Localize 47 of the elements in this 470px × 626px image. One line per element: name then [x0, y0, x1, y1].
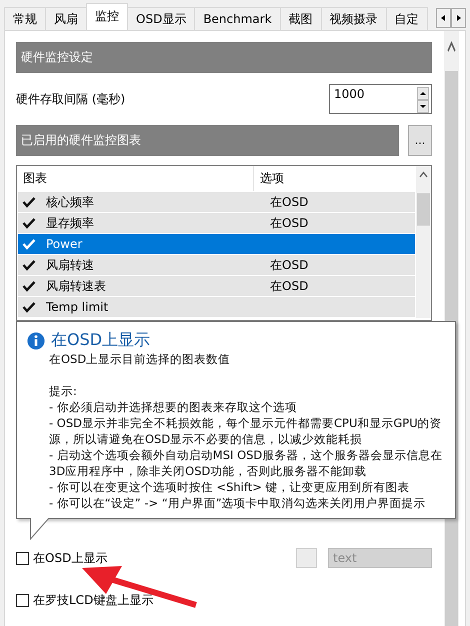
check-icon[interactable]	[22, 301, 36, 313]
check-icon[interactable]	[22, 259, 36, 271]
checkbox-label[interactable]: 在罗技LCD键盘上显示	[33, 592, 154, 608]
tooltip-text: 提示:	[49, 383, 78, 399]
list-row[interactable]: Temp limit	[18, 296, 415, 317]
more-button[interactable]: ...	[408, 125, 432, 156]
tooltip-text: - OSD显示并非完全不耗损效能，每个显示元件都需要CPU和显示GPU的资源，所以请避免在OSD显示不必要的信息，以减少效能耗损	[49, 415, 443, 447]
tooltip-subtitle: 在OSD上显示目前选择的图表数值	[49, 351, 232, 367]
tooltip-text: - 启动这个选项会额外自动启动MSI OSD服务器，这个服务器会显示信息在3D应用程序中，除非关闭OSD功能，否则此服务器不能卸载	[49, 447, 444, 479]
section-header: 已启用的硬件监控图表	[16, 125, 399, 156]
scroll-right-icon[interactable]	[451, 8, 466, 28]
checkbox[interactable]	[16, 594, 29, 606]
list-row[interactable]: Power	[18, 233, 415, 254]
tab[interactable]: 常规	[4, 7, 46, 30]
chart-option: 在OSD	[270, 194, 308, 210]
chart-name: 风扇转速	[46, 256, 95, 274]
chart-option: 在OSD	[270, 256, 308, 274]
chart-name: 显存频率	[46, 214, 95, 232]
chart-option: 在OSD	[270, 278, 308, 294]
chart-name: Temp limit	[46, 300, 110, 314]
list-row[interactable]: 风扇转速 在OSD	[18, 254, 415, 275]
tooltip-text: - 你必须启动并选择想要的图表来存取这个选项	[49, 399, 298, 415]
tab[interactable]: 自定	[386, 7, 428, 30]
tooltip-title: 在OSD上显示	[51, 330, 150, 351]
chart-option: 在OSD	[270, 214, 308, 232]
check-icon[interactable]	[22, 217, 36, 229]
chart-name: 风扇转速表	[46, 278, 107, 294]
tab[interactable]: 监控	[86, 3, 128, 30]
check-icon[interactable]	[22, 196, 36, 208]
scrollbar[interactable]	[416, 166, 431, 318]
checkbox-label[interactable]: 在OSD上显示	[33, 550, 108, 566]
list-row[interactable]: 风扇转速表 在OSD	[18, 275, 415, 296]
column-header: 选项	[259, 170, 284, 187]
scroll-left-icon[interactable]	[436, 8, 451, 28]
color-swatch[interactable]	[296, 548, 317, 568]
checkbox[interactable]	[16, 552, 29, 564]
chart-name: 核心频率	[46, 194, 95, 210]
interval-spinbox[interactable]: 1000	[329, 84, 432, 114]
check-icon[interactable]	[22, 280, 36, 292]
list-row[interactable]: 核心频率 在OSD	[18, 191, 415, 212]
chart-name: Power	[46, 237, 84, 251]
list-row[interactable]: 显存频率 在OSD	[18, 212, 415, 233]
section-header: 硬件监控设定	[16, 42, 432, 73]
info-icon	[27, 332, 45, 350]
tooltip-text: - 你可以在变更这个选项时按住 <Shift> 键，让变更应用到所有图表	[49, 479, 411, 495]
interval-label: 硬件存取间隔 (毫秒)	[16, 90, 126, 108]
tooltip-text: - 你可以在“设定” -> “用户界面”选项卡中取消勾选来关闭用户界面提示	[49, 495, 427, 511]
